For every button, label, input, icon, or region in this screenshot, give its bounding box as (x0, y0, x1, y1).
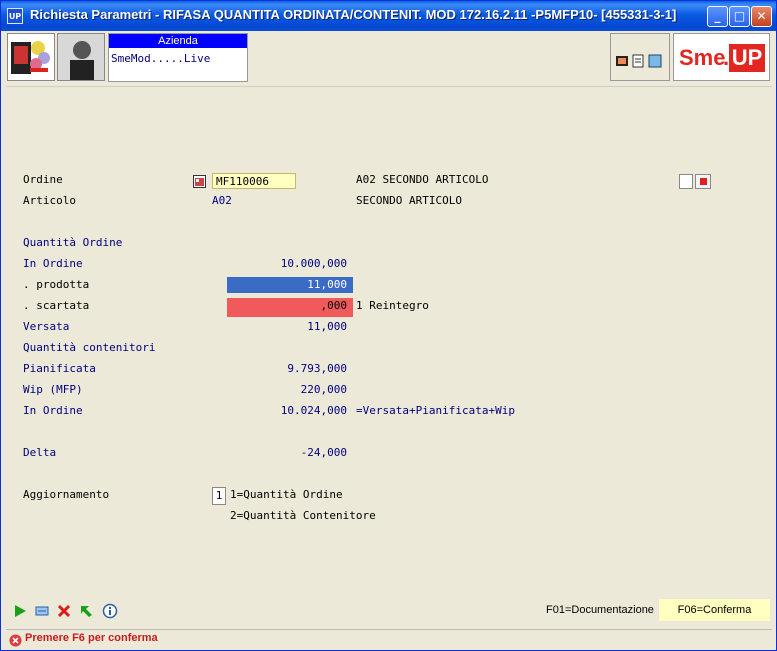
in-ordine2-label: In Ordine (23, 404, 83, 417)
minimize-button[interactable]: _ (707, 6, 728, 27)
azienda-panel: Azienda SmeMod.....Live (108, 33, 248, 82)
articolo-value: A02 (212, 194, 232, 207)
smeup-logo: Sme . UP (673, 33, 770, 81)
option-2-text: 2=Quantità Contenitore (230, 509, 376, 522)
logo-up: UP (729, 44, 765, 72)
document-icon[interactable] (632, 54, 644, 68)
checkbox[interactable] (679, 174, 693, 189)
azienda-value: SmeMod.....Live (111, 52, 211, 65)
maximize-button[interactable]: □ (729, 6, 750, 27)
scartata-field[interactable]: ,000 (227, 298, 353, 317)
aggiornamento-label: Aggiornamento (23, 488, 110, 501)
ordine-input[interactable]: MF110006 (212, 173, 296, 189)
monitor-icon[interactable] (616, 56, 628, 66)
versata-label: Versata (23, 320, 70, 333)
window-title: Richiesta Parametri - RIFASA QUANTITA OR… (30, 7, 677, 22)
articolo-label: Articolo (23, 194, 76, 207)
app-logo-icon[interactable] (7, 33, 55, 81)
status-message: Premere F6 per conferma (25, 632, 158, 644)
ordine-label: Ordine (23, 173, 63, 186)
pianificata-label: Pianificata (23, 362, 96, 375)
info-icon[interactable] (102, 603, 118, 619)
logo-sme: Sme (679, 45, 726, 70)
quantita-ordine-heading: Quantità Ordine (23, 236, 123, 249)
formula-text: =Versata+Pianificata+Wip (356, 404, 515, 417)
window-icon[interactable] (34, 603, 50, 619)
form-area: Ordine MF110006 A02 SECONDO ARTICOLO Art… (6, 86, 772, 597)
delta-value: -24,000 (300, 446, 347, 459)
window: UP Richiesta Parametri - RIFASA QUANTITA… (0, 0, 777, 651)
toolbar: Azienda SmeMod.....Live Sme . UP (1, 31, 776, 85)
back-arrow-icon[interactable] (78, 603, 94, 619)
book-icon[interactable] (648, 54, 662, 68)
aggiornamento-input[interactable]: 1 (212, 487, 226, 505)
articolo-description: SECONDO ARTICOLO (356, 194, 462, 207)
prodotta-label: . prodotta (23, 278, 90, 291)
play-icon[interactable] (12, 603, 28, 619)
cancel-icon[interactable] (56, 603, 72, 619)
azienda-header: Azienda (109, 34, 247, 48)
prodotta-field[interactable]: 11,000 (227, 277, 353, 293)
close-button[interactable]: ✕ (751, 6, 772, 27)
quantita-contenitori-heading: Quantità contenitori (23, 341, 156, 354)
wip-value: 220,000 (300, 383, 347, 396)
in-ordine2-value: 10.024,000 (280, 404, 347, 417)
action-bar: F01=Documentazione F06=Conferma (6, 597, 772, 625)
calendar-icon[interactable] (193, 173, 206, 188)
versata-value: 11,000 (307, 320, 347, 333)
status-bar: Premere F6 per conferma (6, 629, 772, 648)
app-icon: UP (7, 8, 23, 24)
f06-confirm-button[interactable]: F06=Conferma (659, 599, 770, 621)
ordine-description: A02 SECONDO ARTICOLO (356, 173, 489, 186)
stop-icon[interactable] (695, 174, 711, 189)
f01-doc-button[interactable]: F01=Documentazione (546, 604, 654, 616)
pianificata-value: 9.793,000 (287, 362, 347, 375)
delta-label: Delta (23, 446, 57, 459)
user-avatar[interactable] (57, 33, 105, 81)
scartata-label: . scartata (23, 299, 90, 312)
option-1-text: 1=Quantità Ordine (230, 488, 343, 501)
error-icon (9, 632, 22, 647)
in-ordine-value: 10.000,000 (280, 257, 347, 270)
wip-label: Wip (MFP) (23, 383, 83, 396)
reintegro-text: 1 Reintegro (356, 299, 429, 312)
toolbar-icons (610, 33, 670, 81)
in-ordine-label: In Ordine (23, 257, 83, 270)
title-bar[interactable]: UP Richiesta Parametri - RIFASA QUANTITA… (1, 1, 776, 31)
